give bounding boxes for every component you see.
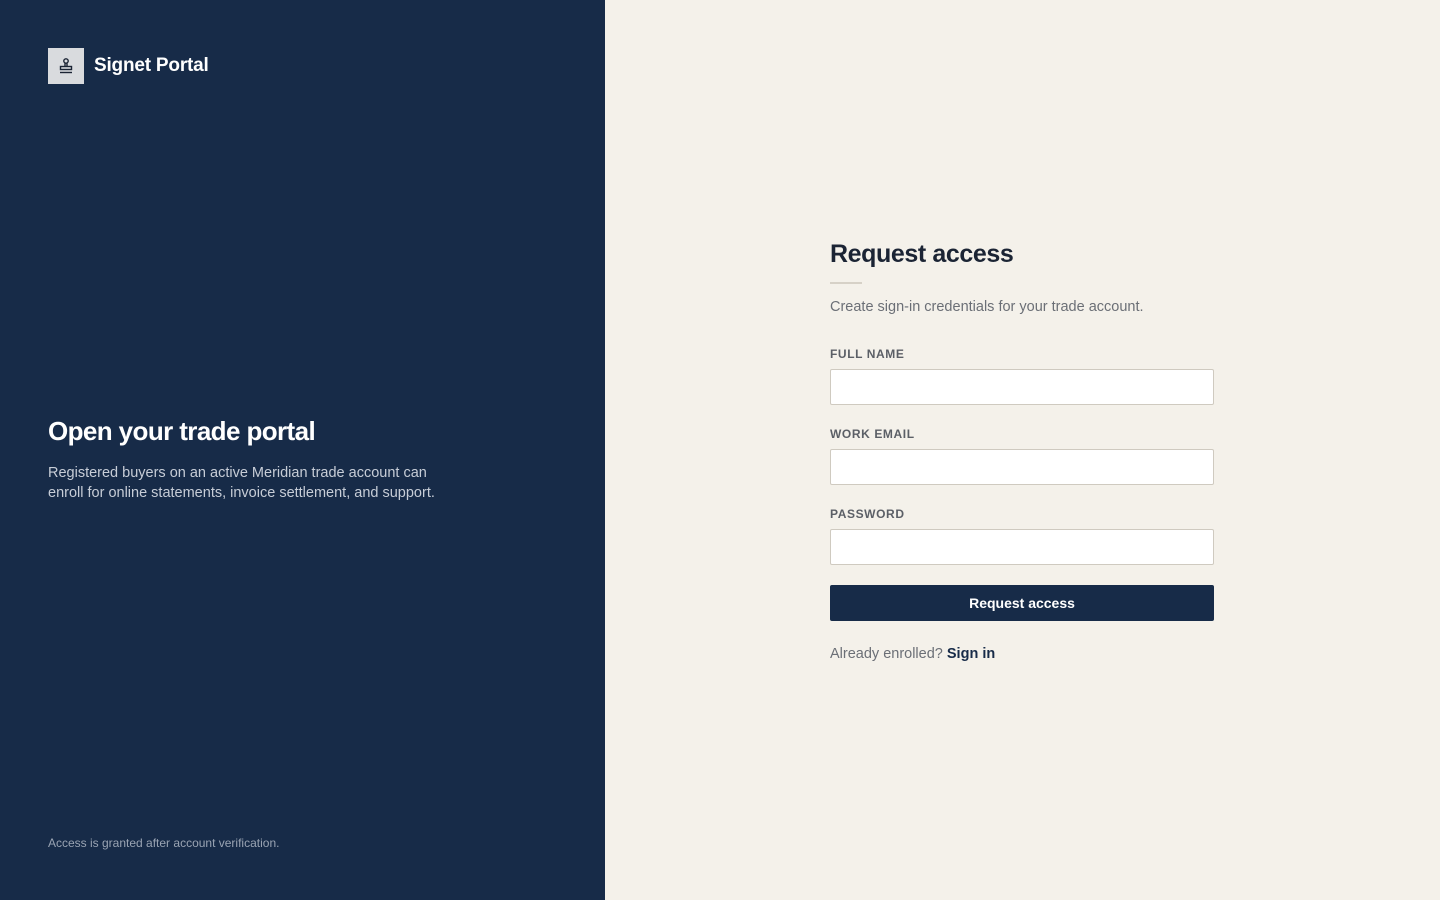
sign-in-link[interactable]: Sign in	[947, 646, 995, 662]
work-email-field[interactable]	[830, 449, 1214, 485]
request-access-button[interactable]: Request access	[830, 585, 1214, 621]
password-group: PASSWORD	[830, 507, 1214, 565]
brand-name: Signet Portal	[94, 55, 209, 76]
verification-note: Access is granted after account verifica…	[48, 836, 280, 850]
work-email-label: WORK EMAIL	[830, 427, 915, 441]
brand-panel: Signet Portal Open your trade portal Reg…	[0, 0, 605, 900]
form-subtitle: Create sign-in credentials for your trad…	[830, 299, 1144, 315]
full-name-group: FULL NAME	[830, 347, 1214, 405]
signin-row: Already enrolled? Sign in	[830, 646, 1214, 662]
request-access-form: Request access Create sign-in credential…	[830, 238, 1214, 662]
hero-description: Registered buyers on an active Meridian …	[48, 465, 435, 501]
hero: Open your trade portal Registered buyers…	[48, 415, 448, 503]
brand: Signet Portal	[48, 48, 209, 84]
password-field[interactable]	[830, 529, 1214, 565]
title-divider	[830, 282, 862, 284]
full-name-field[interactable]	[830, 369, 1214, 405]
form-title: Request access	[830, 240, 1014, 268]
password-label: PASSWORD	[830, 507, 905, 521]
stamp-icon	[48, 48, 84, 84]
form-panel: Request access Create sign-in credential…	[605, 0, 1440, 900]
hero-title: Open your trade portal	[48, 416, 316, 446]
work-email-group: WORK EMAIL	[830, 427, 1214, 485]
full-name-label: FULL NAME	[830, 347, 905, 361]
signin-prompt: Already enrolled?	[830, 646, 943, 662]
